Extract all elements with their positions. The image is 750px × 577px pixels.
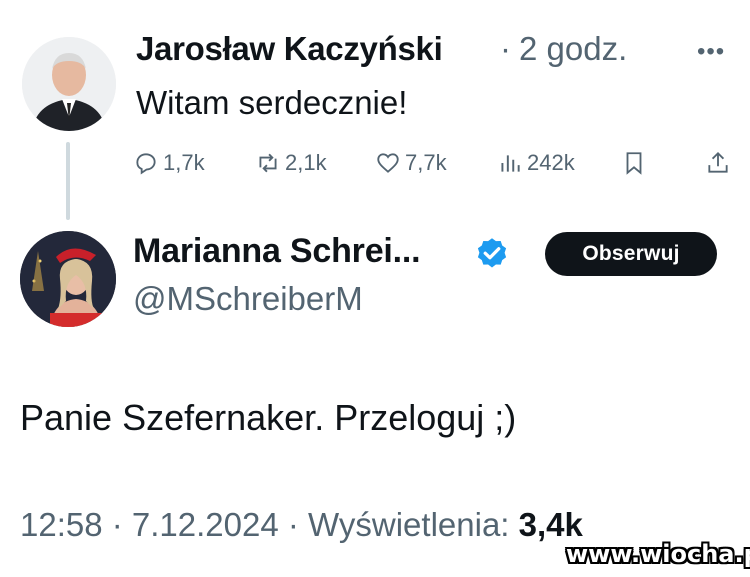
heart-icon xyxy=(377,153,399,173)
reply-count: 1,7k xyxy=(163,150,205,175)
tweet-actions: 1,7k 2,1k 7,7k 242k xyxy=(133,150,733,190)
tweet-text: Witam serdecznie! xyxy=(136,84,408,121)
views-total: 3,4k xyxy=(518,506,583,543)
like-button[interactable]: 7,7k xyxy=(375,150,447,176)
tweet-meta: 12:58 · 7.12.2024 · Wyświetlenia: 3,4k xyxy=(20,506,583,544)
views-chart-icon xyxy=(501,155,520,172)
repost-count: 2,1k xyxy=(285,150,327,175)
more-icon[interactable]: ••• xyxy=(697,38,725,66)
avatar-jaroslaw[interactable] xyxy=(22,37,116,131)
bookmark-icon xyxy=(626,152,642,175)
author-handle[interactable]: @MSchreiberM xyxy=(133,280,363,318)
tweet-time[interactable]: 2 godz. xyxy=(519,30,627,68)
avatar-marianna[interactable] xyxy=(20,231,116,327)
avatar-image xyxy=(20,231,116,327)
bookmark-button[interactable] xyxy=(621,150,651,176)
tweet-text: Panie Szefernaker. Przeloguj ;) xyxy=(20,397,517,438)
share-button[interactable] xyxy=(705,150,735,176)
like-count: 7,7k xyxy=(405,150,447,175)
separator-dot: · xyxy=(500,30,511,67)
views-count: 242k xyxy=(527,150,575,175)
reply-icon xyxy=(136,153,156,175)
reply-button[interactable]: 1,7k xyxy=(133,150,205,176)
author-name[interactable]: Jarosław Kaczyński xyxy=(136,30,443,68)
avatar-image xyxy=(22,37,116,131)
author-name[interactable]: Marianna Schrei... xyxy=(133,232,421,271)
views-button[interactable]: 242k xyxy=(497,150,575,176)
share-icon xyxy=(708,151,728,173)
tweet-timestamp[interactable]: 12:58 · 7.12.2024 · Wyświetlenia: xyxy=(20,506,509,543)
thread-line xyxy=(66,142,70,220)
follow-button[interactable]: Obserwuj xyxy=(545,232,717,276)
verified-badge-icon xyxy=(477,238,507,268)
repost-button[interactable]: 2,1k xyxy=(255,150,327,176)
watermark: www.wiocha.pl xyxy=(566,540,750,568)
repost-icon xyxy=(259,153,277,173)
